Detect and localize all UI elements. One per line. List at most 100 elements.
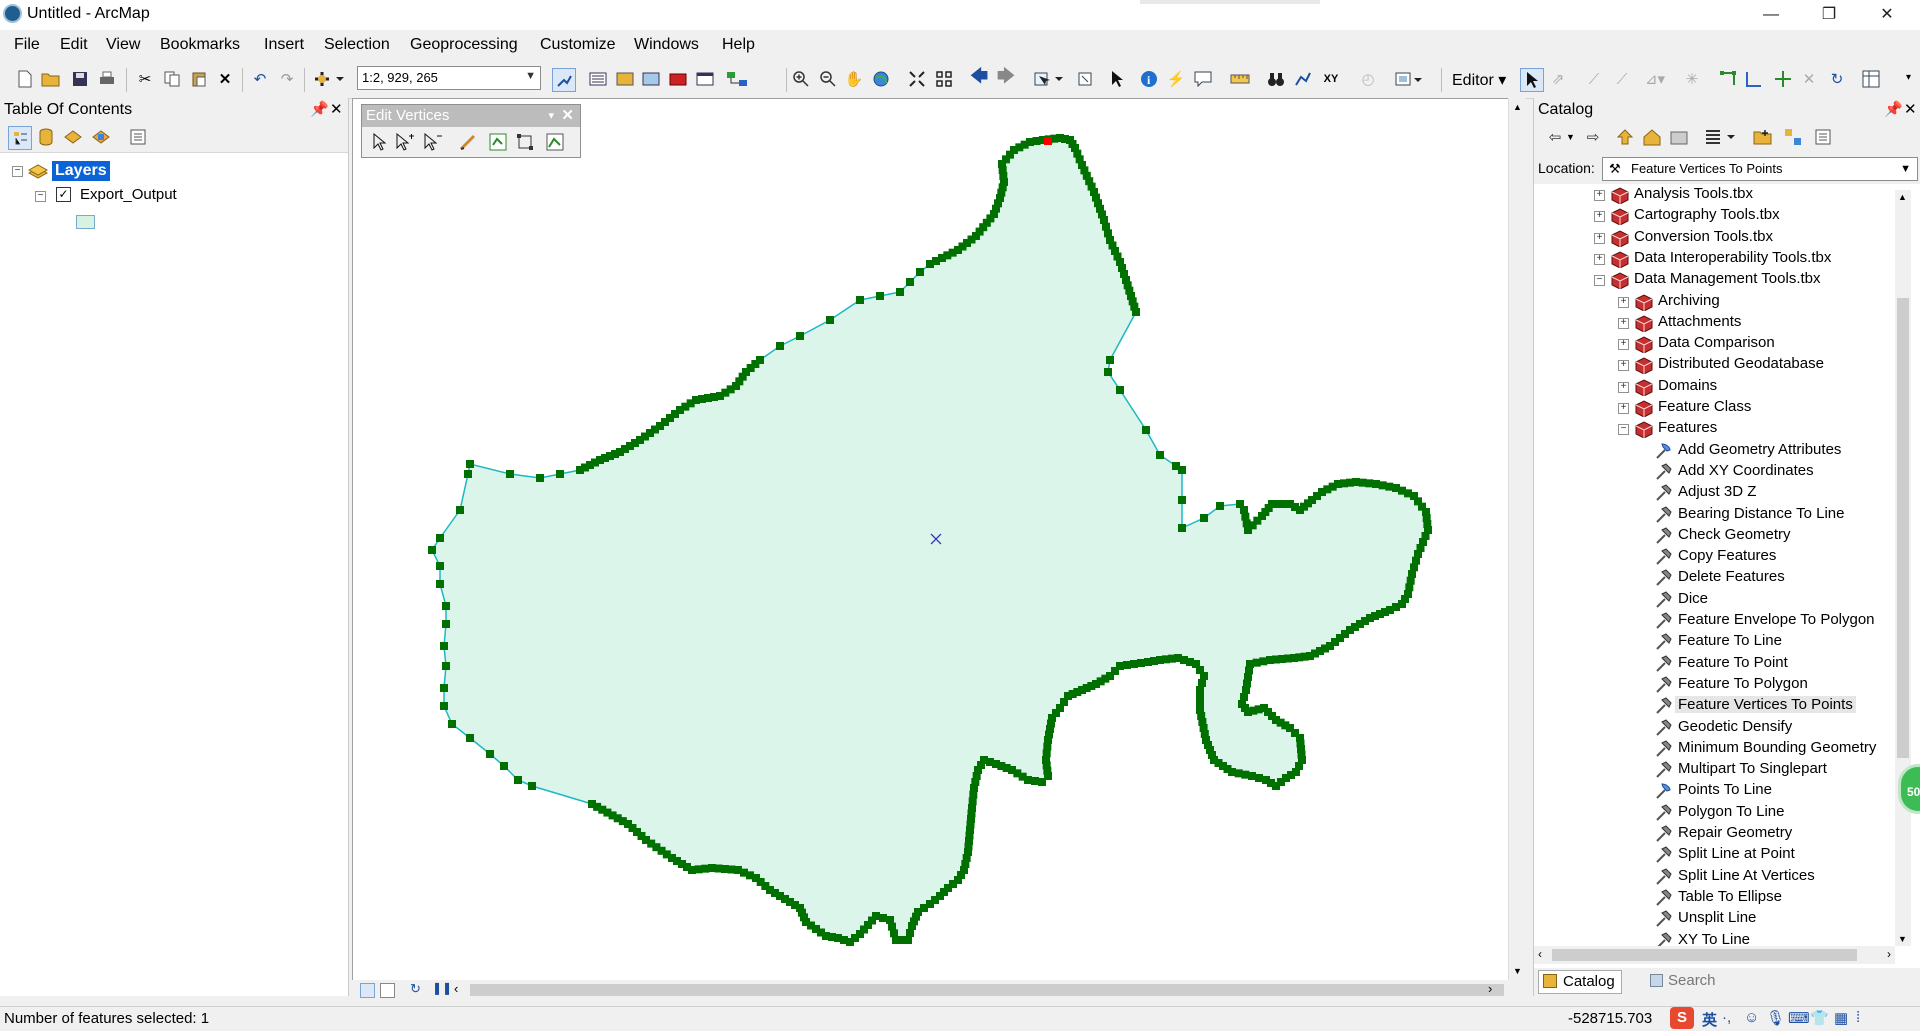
views-menu-icon[interactable] — [1704, 126, 1738, 148]
forward-arrow-icon[interactable]: ⇨ — [1582, 126, 1604, 148]
close-panel-icon[interactable]: ✕ — [330, 98, 343, 122]
vertex-handle[interactable] — [588, 800, 596, 808]
vertex-handle[interactable] — [879, 914, 887, 922]
expand-node-icon[interactable]: + — [1594, 253, 1605, 265]
menu-selection[interactable]: Selection — [324, 36, 390, 54]
vertex-handle[interactable] — [1196, 686, 1204, 694]
expand-node-icon[interactable]: + — [1618, 403, 1629, 414]
menu-file[interactable]: File — [14, 36, 40, 54]
menu-insert[interactable]: Insert — [264, 36, 304, 54]
tool-item[interactable]: Points To Line — [1678, 781, 1772, 798]
toggle-contents-panel-icon[interactable] — [1782, 126, 1804, 148]
arctoolbox-icon[interactable] — [667, 68, 689, 90]
tool-item[interactable]: Check Geometry — [1678, 526, 1791, 543]
ime-clothes-icon[interactable]: 👕 — [1810, 1009, 1829, 1027]
save-icon[interactable] — [69, 68, 91, 90]
search-window-icon[interactable] — [640, 68, 662, 90]
full-extent-globe-icon[interactable] — [870, 68, 892, 90]
clear-selection-icon[interactable] — [1074, 68, 1096, 90]
select-elements-arrow-icon[interactable] — [1106, 68, 1128, 90]
add-vertex-icon[interactable] — [394, 131, 416, 153]
tool-item[interactable]: Split Line At Vertices — [1678, 867, 1815, 884]
vertex-handle[interactable] — [776, 342, 784, 350]
open-folder-icon[interactable] — [40, 68, 62, 90]
expand-node-icon[interactable]: + — [1594, 190, 1605, 201]
vertex-handle[interactable] — [556, 470, 564, 478]
vertex-handle[interactable] — [1156, 451, 1164, 459]
vertex-handle[interactable] — [514, 776, 522, 784]
vertex-handle[interactable] — [796, 332, 804, 340]
vertex-handle[interactable] — [1032, 137, 1041, 145]
identify-icon[interactable]: i — [1138, 68, 1160, 90]
attributes-window-icon[interactable] — [1860, 68, 1882, 90]
tool-item[interactable]: Add Geometry Attributes — [1678, 441, 1841, 458]
close-window-button[interactable]: ✕ — [1864, 0, 1910, 30]
tool-item[interactable]: Dice — [1678, 590, 1708, 607]
tab-catalog[interactable]: Catalog — [1538, 970, 1622, 994]
vertex-handle[interactable] — [1132, 308, 1140, 316]
location-combobox[interactable]: ⚒ Feature Vertices To Points ▼ — [1602, 157, 1918, 181]
toolbox-item[interactable]: Conversion Tools.tbx — [1634, 228, 1773, 245]
catalog-scroll-thumb[interactable] — [1897, 298, 1909, 758]
map-canvas[interactable] — [353, 99, 1509, 979]
menu-customize[interactable]: Customize — [540, 36, 616, 54]
print-icon[interactable] — [96, 68, 118, 90]
scroll-up-icon[interactable]: ▲ — [1898, 192, 1907, 202]
ime-punctuation-icon[interactable]: ·, — [1722, 1009, 1731, 1026]
tool-item[interactable]: Polygon To Line — [1678, 803, 1784, 820]
expand-node-icon[interactable]: + — [1594, 211, 1605, 223]
vertex-handle[interactable] — [1044, 137, 1052, 145]
tool-item[interactable]: Repair Geometry — [1678, 824, 1792, 841]
disconnect-folder-icon[interactable] — [1668, 126, 1690, 148]
vertex-handle[interactable] — [442, 620, 450, 628]
horizontal-scroll-thumb[interactable] — [470, 984, 1504, 996]
tool-item[interactable]: Bearing Distance To Line — [1678, 505, 1845, 522]
measure-icon[interactable] — [1229, 68, 1251, 90]
vertex-handle[interactable] — [916, 268, 924, 276]
menu-windows[interactable]: Windows — [634, 36, 699, 54]
scroll-left-icon[interactable]: ‹ — [454, 981, 458, 996]
map-vertical-scrollbar[interactable]: ▲ ▼ — [1508, 98, 1525, 980]
go-to-xy-icon[interactable]: XY — [1320, 68, 1342, 90]
end-point-arc-icon[interactable]: ⟋ — [1611, 68, 1633, 90]
vertex-handle[interactable] — [506, 470, 514, 478]
vertex-handle[interactable] — [436, 562, 444, 570]
tool-item[interactable]: Geodetic Densify — [1678, 718, 1792, 735]
modify-sketch-vertices-icon[interactable] — [368, 131, 390, 153]
toolset-item[interactable]: Archiving — [1658, 292, 1720, 309]
catalog-window-icon[interactable] — [614, 68, 636, 90]
toolbox-item[interactable]: Cartography Tools.tbx — [1634, 206, 1780, 223]
toc-window-icon[interactable] — [587, 68, 609, 90]
vertex-handle[interactable] — [1144, 658, 1152, 666]
vertex-handle[interactable] — [1198, 679, 1206, 687]
delete-vertex-icon[interactable] — [422, 131, 444, 153]
tool-item[interactable]: Feature Envelope To Polygon — [1678, 611, 1875, 628]
pin-icon[interactable]: 📌 — [310, 98, 329, 122]
vertex-handle[interactable] — [1262, 776, 1270, 784]
new-document-icon[interactable] — [14, 68, 36, 90]
toolset-item[interactable]: Distributed Geodatabase — [1658, 355, 1824, 372]
catalog-vertical-scrollbar[interactable]: ▲ ▼ — [1895, 190, 1911, 946]
zoom-in-icon[interactable] — [790, 68, 812, 90]
pan-hand-icon[interactable]: ✋ — [843, 68, 865, 90]
vertex-handle[interactable] — [500, 762, 508, 770]
ime-emoji-icon[interactable]: ☺ — [1744, 1009, 1759, 1026]
vertex-handle[interactable] — [856, 296, 864, 304]
html-popup-icon[interactable] — [1192, 68, 1214, 90]
vertex-handle[interactable] — [1178, 466, 1186, 474]
toolbox-item[interactable]: Analysis Tools.tbx — [1634, 185, 1753, 202]
microphone-icon[interactable]: 🎙 — [1766, 1009, 1785, 1027]
keyboard-icon[interactable]: ⌨ — [1788, 1009, 1810, 1027]
toolbox-item[interactable]: Data Interoperability Tools.tbx — [1634, 249, 1831, 266]
vertex-handle[interactable] — [536, 474, 544, 482]
vertex-handle[interactable] — [886, 916, 894, 924]
editor-toolbar-toggle-icon[interactable] — [552, 68, 576, 92]
list-by-selection-icon[interactable] — [90, 126, 112, 148]
ime-language-toggle[interactable]: 英 — [1702, 1009, 1717, 1030]
tool-item[interactable]: Minimum Bounding Geometry — [1678, 739, 1876, 756]
tab-search[interactable]: Search — [1646, 970, 1722, 992]
tool-item[interactable]: Add XY Coordinates — [1678, 462, 1814, 479]
zoom-out-icon[interactable] — [817, 68, 839, 90]
trace-icon[interactable]: ⊿▾ — [1640, 68, 1670, 90]
restore-button[interactable]: ❐ — [1806, 0, 1852, 30]
